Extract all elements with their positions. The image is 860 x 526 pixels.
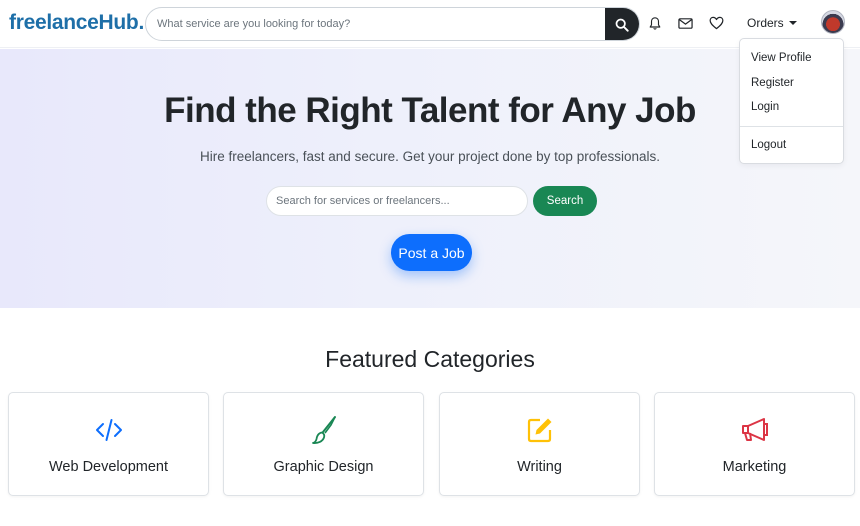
envelope-icon[interactable] bbox=[677, 15, 693, 31]
orders-dropdown-toggle[interactable]: Orders bbox=[747, 16, 797, 30]
code-icon bbox=[94, 415, 124, 445]
hero-title: Find the Right Talent for Any Job bbox=[164, 91, 696, 130]
menu-item-register[interactable]: Register bbox=[751, 77, 794, 89]
category-card-graphic-design[interactable]: Graphic Design bbox=[223, 392, 424, 496]
menu-divider bbox=[740, 126, 843, 127]
bell-icon[interactable] bbox=[647, 15, 663, 31]
menu-item-view-profile[interactable]: View Profile bbox=[751, 52, 812, 64]
category-card-writing[interactable]: Writing bbox=[439, 392, 640, 496]
hero-section: Find the Right Talent for Any Job Hire f… bbox=[0, 49, 860, 308]
post-job-button[interactable]: Post a Job bbox=[391, 234, 472, 271]
hero-search-input[interactable] bbox=[267, 187, 527, 215]
category-label: Graphic Design bbox=[273, 459, 374, 475]
hero-search-button[interactable]: Search bbox=[533, 186, 597, 216]
navbar: freelanceHub. Orders bbox=[0, 0, 860, 48]
category-card-web-development[interactable]: Web Development bbox=[8, 392, 209, 496]
megaphone-icon bbox=[740, 415, 770, 445]
profile-dropdown-menu: View Profile Register Login Logout bbox=[739, 38, 844, 164]
avatar[interactable] bbox=[821, 10, 845, 34]
caret-down-icon bbox=[788, 21, 797, 25]
category-label: Marketing bbox=[722, 459, 787, 475]
category-label: Web Development bbox=[48, 459, 169, 475]
orders-label: Orders bbox=[747, 16, 784, 30]
top-search-input[interactable] bbox=[146, 8, 605, 40]
search-icon bbox=[615, 18, 629, 32]
menu-item-logout[interactable]: Logout bbox=[751, 139, 786, 151]
logo[interactable]: freelanceHub. bbox=[9, 11, 144, 35]
pencil-square-icon bbox=[525, 415, 555, 445]
category-label: Writing bbox=[517, 459, 562, 475]
top-search-bar bbox=[145, 7, 640, 41]
top-search-button[interactable] bbox=[605, 8, 639, 40]
menu-item-login[interactable]: Login bbox=[751, 101, 779, 113]
heart-icon[interactable] bbox=[708, 15, 724, 31]
brush-icon bbox=[309, 415, 339, 445]
hero-subtitle: Hire freelancers, fast and secure. Get y… bbox=[200, 149, 660, 164]
featured-categories-title: Featured Categories bbox=[325, 346, 535, 372]
category-card-marketing[interactable]: Marketing bbox=[654, 392, 855, 496]
hero-search-field bbox=[266, 186, 528, 216]
